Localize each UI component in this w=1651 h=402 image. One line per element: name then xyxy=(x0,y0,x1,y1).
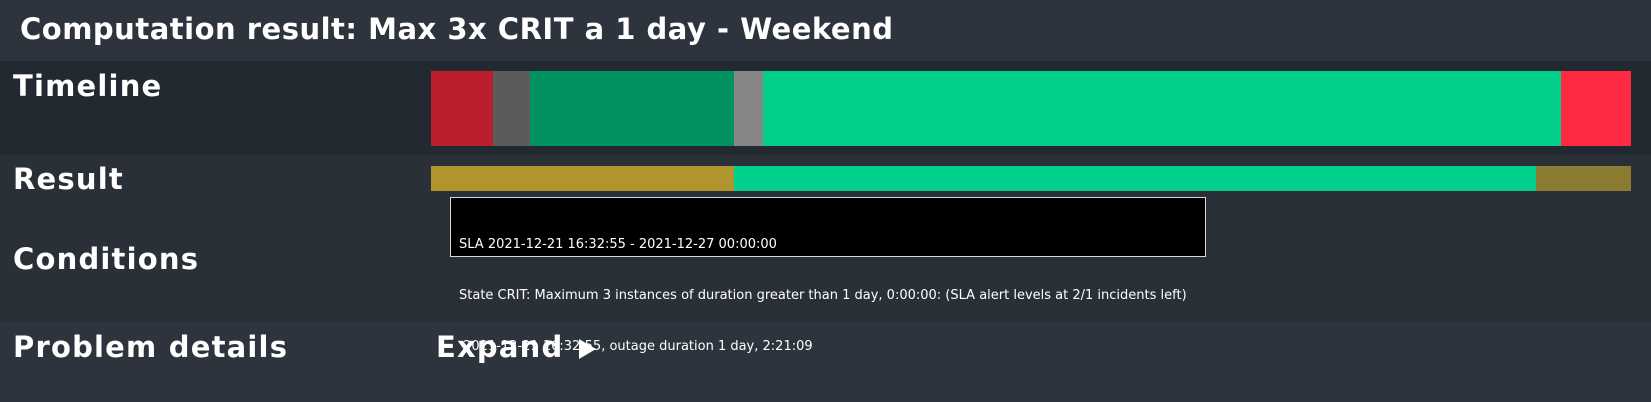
result-segment-warn[interactable] xyxy=(1535,166,1631,191)
page-title: Computation result: Max 3x CRIT a 1 day … xyxy=(20,12,894,46)
timeline-label: Timeline xyxy=(13,69,163,103)
result-segment-warn[interactable] xyxy=(431,166,734,191)
tooltip-state: State CRIT: Maximum 3 instances of durat… xyxy=(459,288,1187,303)
timeline-segment-downtime[interactable] xyxy=(733,71,764,146)
conditions-label: Conditions xyxy=(13,242,200,276)
timeline-segment-crit[interactable] xyxy=(1561,71,1631,146)
timeline-segment-ok[interactable] xyxy=(763,71,1562,146)
tooltip-sla-period: SLA 2021-12-21 16:32:55 - 2021-12-27 00:… xyxy=(459,237,777,252)
timeline-segment-crit[interactable] xyxy=(431,71,494,146)
result-segment-ok[interactable] xyxy=(734,166,1536,191)
timeline-row: Timeline xyxy=(0,61,1651,155)
result-row: Result xyxy=(0,155,1651,198)
tooltip-outage: 2021-12-21 16:32:55, outage duration 1 d… xyxy=(459,339,813,354)
result-label: Result xyxy=(13,162,124,196)
page-header: Computation result: Max 3x CRIT a 1 day … xyxy=(0,0,1651,61)
timeline-segment-unknown[interactable] xyxy=(493,71,530,146)
result-bar[interactable] xyxy=(431,166,1631,191)
sla-tooltip: SLA 2021-12-21 16:32:55 - 2021-12-27 00:… xyxy=(450,197,1206,354)
problem-details-label: Problem details xyxy=(13,330,289,364)
timeline-bar[interactable] xyxy=(431,71,1631,146)
timeline-segment-ok[interactable] xyxy=(529,71,734,146)
